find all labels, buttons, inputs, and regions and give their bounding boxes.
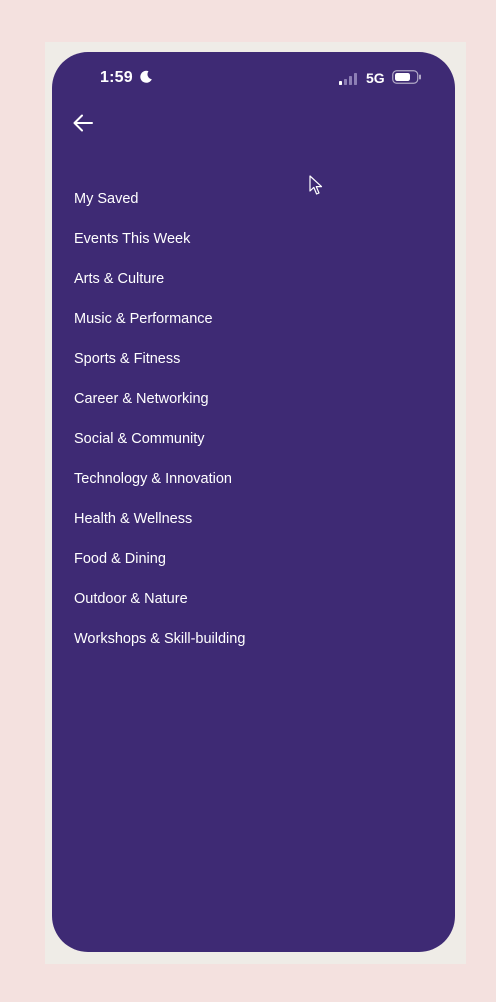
- category-menu: My Saved Events This Week Arts & Culture…: [74, 186, 245, 666]
- battery-icon: [392, 70, 422, 84]
- menu-item-outdoor-nature[interactable]: Outdoor & Nature: [74, 586, 245, 626]
- menu-item-workshops-skill-building[interactable]: Workshops & Skill-building: [74, 626, 245, 666]
- menu-item-health-wellness[interactable]: Health & Wellness: [74, 506, 245, 546]
- menu-item-sports-fitness[interactable]: Sports & Fitness: [74, 346, 245, 386]
- menu-item-technology-innovation[interactable]: Technology & Innovation: [74, 466, 245, 506]
- menu-item-career-networking[interactable]: Career & Networking: [74, 386, 245, 426]
- menu-item-food-dining[interactable]: Food & Dining: [74, 546, 245, 586]
- status-bar: 1:59 5G: [52, 52, 455, 104]
- network-type: 5G: [366, 70, 385, 86]
- status-time: 1:59: [100, 69, 133, 86]
- mouse-cursor-icon: [309, 175, 323, 196]
- phone-screen: 1:59 5G My Saved Events This Week Arts &…: [52, 52, 455, 952]
- moon-icon: [139, 70, 153, 84]
- back-button[interactable]: [70, 110, 96, 136]
- arrow-left-icon: [73, 114, 93, 132]
- signal-icon: [339, 72, 361, 85]
- menu-item-my-saved[interactable]: My Saved: [74, 186, 245, 226]
- menu-item-arts-culture[interactable]: Arts & Culture: [74, 266, 245, 306]
- menu-item-music-performance[interactable]: Music & Performance: [74, 306, 245, 346]
- menu-item-social-community[interactable]: Social & Community: [74, 426, 245, 466]
- menu-item-events-this-week[interactable]: Events This Week: [74, 226, 245, 266]
